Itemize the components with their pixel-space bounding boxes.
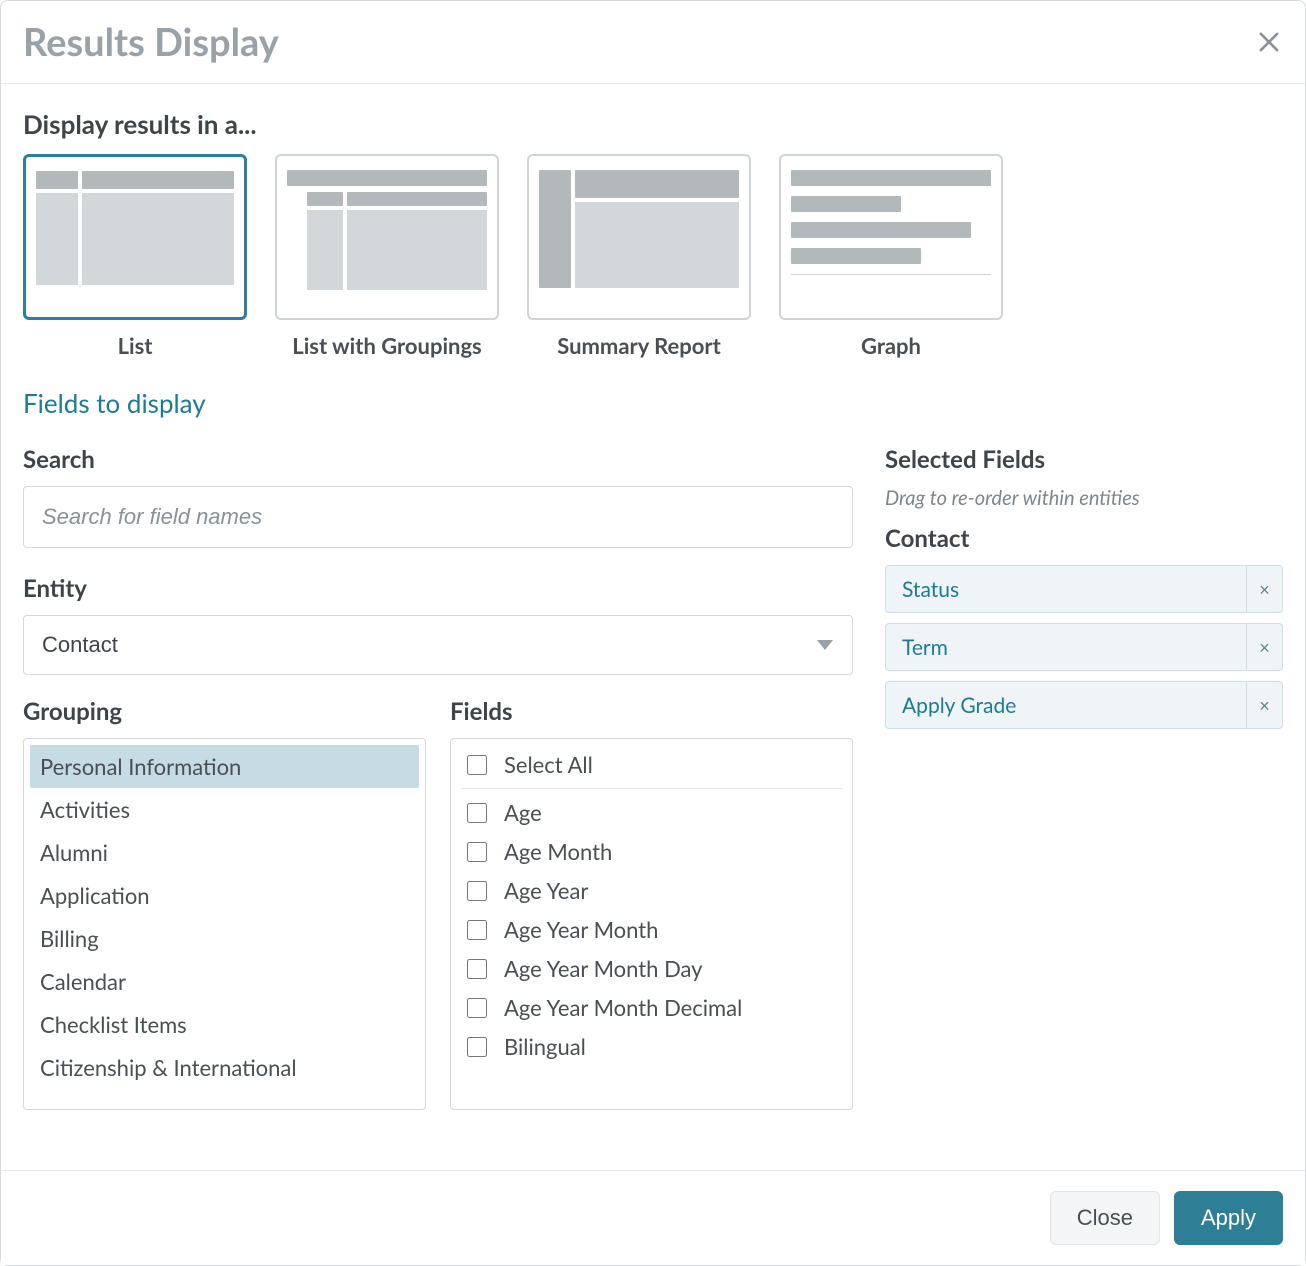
display-in-heading: Display results in a... <box>23 108 1283 140</box>
field-checkbox[interactable] <box>467 1037 487 1057</box>
field-label: Age Year Month Decimal <box>504 994 742 1021</box>
field-label: Age Month <box>504 838 612 865</box>
list-thumb <box>23 154 247 320</box>
field-label: Bilingual <box>504 1033 586 1060</box>
field-checkbox[interactable] <box>467 842 487 862</box>
field-row[interactable]: Age Month <box>461 832 842 871</box>
field-checkbox[interactable] <box>467 881 487 901</box>
display-option-label: List with Groupings <box>275 332 499 359</box>
fields-panel: Select All Age Age Month <box>450 738 853 1110</box>
modal-body: Display results in a... List <box>1 84 1305 1170</box>
remove-icon[interactable]: × <box>1246 624 1282 670</box>
selected-field-label: Status <box>902 577 959 602</box>
grouping-item[interactable]: Application <box>30 874 419 917</box>
search-input[interactable] <box>23 486 853 548</box>
grouping-item[interactable]: Citizenship & International <box>30 1046 419 1089</box>
display-option-list-groupings[interactable]: List with Groupings <box>275 154 499 359</box>
fade-overlay <box>1 1130 1305 1170</box>
display-option-label: Graph <box>779 332 1003 359</box>
selected-fields-hint: Drag to re-order within entities <box>885 486 1283 510</box>
grouping-item[interactable]: Calendar <box>30 960 419 1003</box>
entity-label: Entity <box>23 574 853 603</box>
entity-select[interactable] <box>23 615 853 675</box>
field-label: Age <box>504 799 542 826</box>
grouping-item[interactable]: Personal Information <box>30 745 419 788</box>
display-option-graph[interactable]: Graph <box>779 154 1003 359</box>
field-checkbox[interactable] <box>467 920 487 940</box>
graph-thumb <box>779 154 1003 320</box>
grouping-item[interactable]: Checklist Items <box>30 1003 419 1046</box>
selected-fields-list: Status × Term × Apply Grade × <box>885 565 1283 729</box>
field-label: Age Year Month <box>504 916 658 943</box>
field-row[interactable]: Bilingual <box>461 1027 842 1066</box>
field-label: Age Year <box>504 877 588 904</box>
field-checkbox[interactable] <box>467 959 487 979</box>
display-option-label: Summary Report <box>527 332 751 359</box>
field-checkbox[interactable] <box>467 998 487 1018</box>
select-all-checkbox[interactable] <box>467 755 487 775</box>
select-all-label: Select All <box>504 751 593 778</box>
grouping-item[interactable]: Activities <box>30 788 419 831</box>
selected-field-pill[interactable]: Apply Grade × <box>885 681 1283 729</box>
selected-field-pill[interactable]: Term × <box>885 623 1283 671</box>
field-row[interactable]: Age Year Month Day <box>461 949 842 988</box>
modal-title: Results Display <box>23 19 279 65</box>
modal-header: Results Display <box>1 1 1305 84</box>
grouping-item[interactable]: Alumni <box>30 831 419 874</box>
selected-fields-heading: Selected Fields <box>885 445 1283 474</box>
grouping-panel: Personal Information Activities Alumni A… <box>23 738 426 1110</box>
close-icon[interactable] <box>1255 28 1283 56</box>
summary-thumb <box>527 154 751 320</box>
field-row[interactable]: Age Year Month Decimal <box>461 988 842 1027</box>
fields-to-display-heading: Fields to display <box>23 387 1283 419</box>
display-option-label: List <box>23 332 247 359</box>
list-groupings-thumb <box>275 154 499 320</box>
selected-entity-heading: Contact <box>885 524 1283 553</box>
display-option-list[interactable]: List <box>23 154 247 359</box>
apply-button[interactable]: Apply <box>1174 1191 1283 1245</box>
select-all-row[interactable]: Select All <box>461 745 842 789</box>
remove-icon[interactable]: × <box>1246 566 1282 612</box>
grouping-item[interactable]: Billing <box>30 917 419 960</box>
display-options: List List with Groupings <box>23 154 1283 359</box>
field-row[interactable]: Age <box>461 793 842 832</box>
field-row[interactable]: Age Year Month <box>461 910 842 949</box>
search-label: Search <box>23 445 853 474</box>
field-checkbox[interactable] <box>467 803 487 823</box>
close-button[interactable]: Close <box>1050 1191 1160 1245</box>
modal-footer: Close Apply <box>1 1170 1305 1265</box>
selected-field-pill[interactable]: Status × <box>885 565 1283 613</box>
fields-label: Fields <box>450 697 853 726</box>
selected-field-label: Term <box>902 635 948 660</box>
field-row[interactable]: Age Year <box>461 871 842 910</box>
display-option-summary[interactable]: Summary Report <box>527 154 751 359</box>
field-label: Age Year Month Day <box>504 955 703 982</box>
selected-field-label: Apply Grade <box>902 693 1016 718</box>
grouping-label: Grouping <box>23 697 426 726</box>
results-display-modal: Results Display Display results in a... <box>0 0 1306 1266</box>
remove-icon[interactable]: × <box>1246 682 1282 728</box>
